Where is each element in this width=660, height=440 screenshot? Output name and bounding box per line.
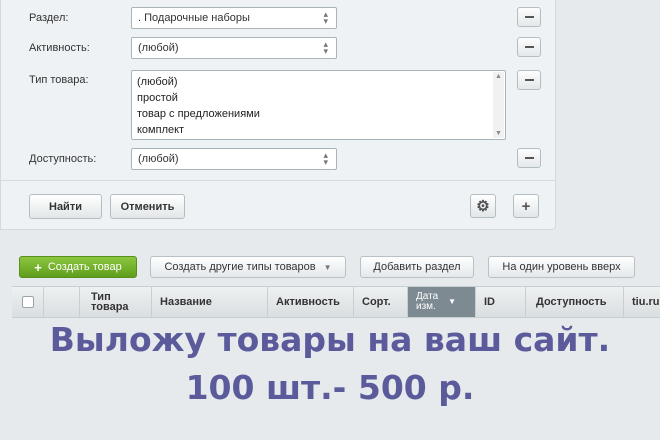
activity-select[interactable]: (любой) ▴ ▾ xyxy=(131,37,337,59)
product-type-option[interactable]: (любой) xyxy=(137,74,500,90)
select-arrows-icon: ▴ ▾ xyxy=(323,150,328,167)
column-header-sort[interactable]: Сорт. xyxy=(354,287,408,317)
remove-section-filter-button[interactable] xyxy=(517,7,541,27)
create-other-types-button[interactable]: Создать другие типы товаров ▼ xyxy=(150,256,346,278)
create-product-label: Создать товар xyxy=(47,261,122,273)
activity-label: Активность: xyxy=(29,42,90,54)
column-header-availability[interactable]: Доступность xyxy=(526,287,624,317)
section-select-value: . Подарочные наборы xyxy=(138,12,250,24)
select-arrows-icon: ▴ ▾ xyxy=(323,39,328,56)
menu-column xyxy=(44,287,80,317)
level-up-button[interactable]: На один уровень вверх xyxy=(488,256,635,278)
create-product-button[interactable]: + Создать товар xyxy=(19,256,137,278)
plus-icon: + xyxy=(521,197,531,215)
section-label: Раздел: xyxy=(29,12,69,24)
product-type-option[interactable]: простой xyxy=(137,90,500,106)
scroll-up-icon[interactable]: ▲ xyxy=(495,73,502,80)
find-button[interactable]: Найти xyxy=(29,194,102,219)
column-header-tiu[interactable]: tiu.ru xyxy=(624,287,660,317)
create-other-types-label: Создать другие типы товаров xyxy=(164,261,316,273)
filter-divider xyxy=(1,180,556,181)
activity-select-value: (любой) xyxy=(138,42,179,54)
remove-activity-filter-button[interactable] xyxy=(517,37,541,57)
select-all-column[interactable] xyxy=(12,287,44,317)
column-header-id[interactable]: ID xyxy=(476,287,526,317)
product-type-option[interactable]: комплект xyxy=(137,122,500,138)
select-arrows-icon: ▴ ▾ xyxy=(323,9,328,26)
section-select[interactable]: . Подарочные наборы ▴ ▾ xyxy=(131,7,337,29)
remove-availability-filter-button[interactable] xyxy=(517,148,541,168)
availability-select[interactable]: (любой) ▴ ▾ xyxy=(131,148,337,170)
column-header-activity[interactable]: Активность xyxy=(268,287,354,317)
availability-label: Доступность: xyxy=(29,153,97,165)
minus-icon xyxy=(524,16,534,18)
promo-line-1: Выложу товары на ваш сайт. xyxy=(49,320,611,359)
select-all-checkbox[interactable] xyxy=(21,296,34,308)
column-header-name[interactable]: Название xyxy=(152,287,268,317)
chevron-down-icon: ▼ xyxy=(323,262,332,272)
column-header-type[interactable]: Тип товара xyxy=(80,287,152,317)
listbox-scrollbar[interactable]: ▲ ▼ xyxy=(493,72,504,138)
add-section-button[interactable]: Добавить раздел xyxy=(360,256,474,278)
product-type-option[interactable]: товар с предложениями xyxy=(137,106,500,122)
sort-desc-icon: ▼ xyxy=(448,297,457,306)
gear-icon: ⚙ xyxy=(476,198,490,215)
scroll-down-icon[interactable]: ▼ xyxy=(495,130,502,137)
availability-select-value: (любой) xyxy=(138,153,179,165)
minus-icon xyxy=(524,46,534,48)
table-header: Тип товара Название Активность Сорт. Дат… xyxy=(12,286,660,318)
remove-product-type-filter-button[interactable] xyxy=(517,70,541,90)
minus-icon xyxy=(524,157,534,159)
product-type-label: Тип товара: xyxy=(29,74,89,86)
filter-panel: Раздел: . Подарочные наборы ▴ ▾ Активност… xyxy=(0,0,556,230)
column-type-line2: товара xyxy=(91,301,129,313)
minus-icon xyxy=(524,79,534,81)
promo-line-2: 100 шт.- 500 р. xyxy=(185,368,475,407)
product-type-listbox[interactable]: (любой) простой товар с предложениями ко… xyxy=(131,70,506,140)
column-header-date-modified[interactable]: Дата изм. ▼ xyxy=(408,287,476,317)
settings-button[interactable]: ⚙ xyxy=(470,194,496,218)
add-filter-button[interactable]: + xyxy=(513,194,539,218)
column-date-line2: изм. xyxy=(416,301,436,312)
cancel-button[interactable]: Отменить xyxy=(110,194,185,219)
plus-icon: + xyxy=(34,259,42,275)
